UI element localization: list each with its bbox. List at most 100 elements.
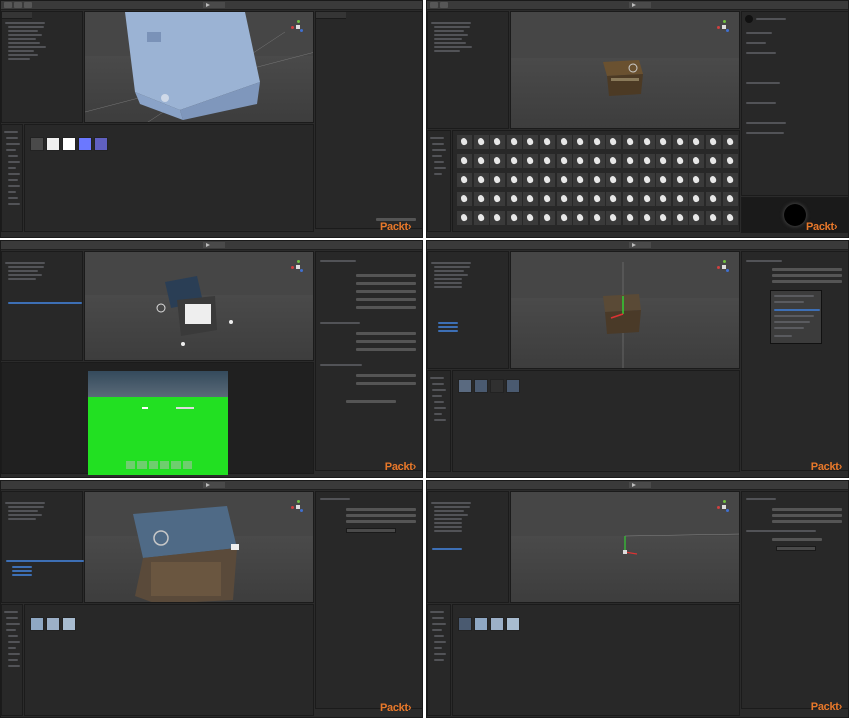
sprite-thumbnail[interactable]	[523, 154, 539, 168]
sprite-thumbnail[interactable]	[523, 173, 539, 187]
asset-thumbnail[interactable]	[46, 617, 60, 631]
add-component-button[interactable]	[346, 528, 396, 533]
sprite-thumbnail[interactable]	[689, 211, 705, 225]
list-item[interactable]	[8, 58, 30, 60]
move-tool-button[interactable]	[14, 2, 22, 8]
selected-item[interactable]	[8, 302, 82, 304]
sprite-thumbnail[interactable]	[689, 154, 705, 168]
sprite-thumbnail[interactable]	[523, 211, 539, 225]
sprite-thumbnail[interactable]	[706, 173, 721, 187]
sprite-thumbnail[interactable]	[672, 135, 688, 149]
sprite-thumbnail[interactable]	[589, 154, 605, 168]
sprite-thumbnail[interactable]	[506, 192, 522, 206]
sprite-thumbnail[interactable]	[672, 154, 688, 168]
asset-thumbnail[interactable]	[78, 137, 92, 151]
asset-thumbnail[interactable]	[62, 617, 76, 631]
sprite-thumbnail[interactable]	[689, 135, 705, 149]
sprite-thumbnail[interactable]	[556, 154, 572, 168]
sprite-thumbnail[interactable]	[606, 135, 622, 149]
sprite-thumbnail[interactable]	[672, 211, 688, 225]
sprite-thumbnail[interactable]	[722, 154, 738, 168]
sprite-thumbnail[interactable]	[639, 173, 655, 187]
sprite-thumbnail[interactable]	[523, 135, 539, 149]
orientation-gizmo[interactable]	[717, 260, 731, 274]
hand-tool-button[interactable]	[4, 2, 12, 8]
transform-handle[interactable]	[511, 492, 740, 603]
hierarchy-tab[interactable]	[2, 12, 32, 19]
game-view[interactable]	[1, 362, 314, 475]
sprite-thumbnail[interactable]	[506, 173, 522, 187]
sprite-thumbnail[interactable]	[506, 154, 522, 168]
list-item[interactable]	[8, 34, 42, 36]
sprite-thumbnail[interactable]	[473, 192, 489, 206]
sprite-thumbnail[interactable]	[656, 211, 672, 225]
menu-item-highlighted[interactable]	[774, 309, 820, 311]
sprite-thumbnail[interactable]	[573, 154, 589, 168]
list-item[interactable]	[8, 30, 38, 32]
sprite-thumbnail[interactable]	[722, 173, 738, 187]
sprite-thumbnail[interactable]	[540, 173, 555, 187]
menu-item[interactable]	[774, 321, 810, 323]
scene-view[interactable]	[510, 251, 740, 369]
sprite-thumbnail[interactable]	[623, 192, 638, 206]
menu-item[interactable]	[774, 315, 814, 317]
sprite-thumbnail[interactable]	[540, 154, 555, 168]
hand-tool-button[interactable]	[430, 2, 438, 8]
asset-thumbnail[interactable]	[474, 379, 488, 393]
sprite-thumbnail[interactable]	[457, 211, 472, 225]
orientation-gizmo[interactable]	[291, 20, 305, 34]
sprite-thumbnail[interactable]	[606, 192, 622, 206]
menu-item[interactable]	[774, 335, 792, 337]
sprite-thumbnail[interactable]	[706, 135, 721, 149]
play-button[interactable]	[629, 2, 652, 8]
asset-thumbnail[interactable]	[474, 617, 488, 631]
sprite-thumbnail[interactable]	[556, 135, 572, 149]
sprite-thumbnail[interactable]	[473, 154, 489, 168]
asset-thumbnail[interactable]	[30, 137, 44, 151]
sprite-thumbnail[interactable]	[540, 192, 555, 206]
sprite-thumbnail[interactable]	[540, 211, 555, 225]
inventory-slot[interactable]	[148, 461, 158, 469]
sprite-thumbnail[interactable]	[623, 173, 638, 187]
sprite-thumbnail[interactable]	[672, 173, 688, 187]
inventory-slot[interactable]	[137, 461, 147, 469]
sprite-thumbnail[interactable]	[606, 154, 622, 168]
sprite-thumbnail[interactable]	[506, 211, 522, 225]
sprite-thumbnail[interactable]	[556, 173, 572, 187]
asset-thumbnail[interactable]	[506, 379, 520, 393]
asset-thumbnail[interactable]	[490, 379, 504, 393]
sprite-thumbnail[interactable]	[490, 154, 506, 168]
inspector-tab[interactable]	[316, 12, 346, 19]
sprite-thumbnail[interactable]	[506, 135, 522, 149]
asset-thumbnail[interactable]	[458, 379, 472, 393]
asset-thumbnail[interactable]	[458, 617, 472, 631]
sprite-thumbnail[interactable]	[556, 192, 572, 206]
sprite-thumbnail[interactable]	[490, 135, 506, 149]
sprite-thumbnail[interactable]	[639, 154, 655, 168]
sprite-thumbnail[interactable]	[573, 211, 589, 225]
sprite-thumbnail[interactable]	[490, 173, 506, 187]
list-item[interactable]	[8, 38, 36, 40]
play-button[interactable]	[203, 242, 226, 248]
sprite-thumbnail[interactable]	[606, 173, 622, 187]
orientation-gizmo[interactable]	[291, 500, 305, 514]
list-item[interactable]	[8, 54, 38, 56]
orientation-gizmo[interactable]	[717, 20, 731, 34]
asset-thumbnail[interactable]	[30, 617, 44, 631]
inventory-slot[interactable]	[126, 461, 136, 469]
list-item[interactable]	[8, 26, 44, 28]
sprite-thumbnail[interactable]	[639, 211, 655, 225]
component-dropdown-menu[interactable]	[770, 290, 822, 344]
move-tool-button[interactable]	[440, 2, 448, 8]
inventory-slot[interactable]	[159, 461, 170, 469]
orientation-gizmo[interactable]	[291, 260, 305, 274]
scene-view[interactable]	[510, 491, 740, 603]
sprite-thumbnail[interactable]	[457, 135, 472, 149]
asset-thumbnail[interactable]	[62, 137, 76, 151]
sprite-thumbnail[interactable]	[457, 154, 472, 168]
sprite-thumbnail[interactable]	[573, 192, 589, 206]
sprite-thumbnail[interactable]	[540, 135, 555, 149]
add-component-button[interactable]	[776, 546, 816, 551]
inventory-slot[interactable]	[182, 461, 192, 469]
sprite-thumbnail[interactable]	[689, 192, 705, 206]
